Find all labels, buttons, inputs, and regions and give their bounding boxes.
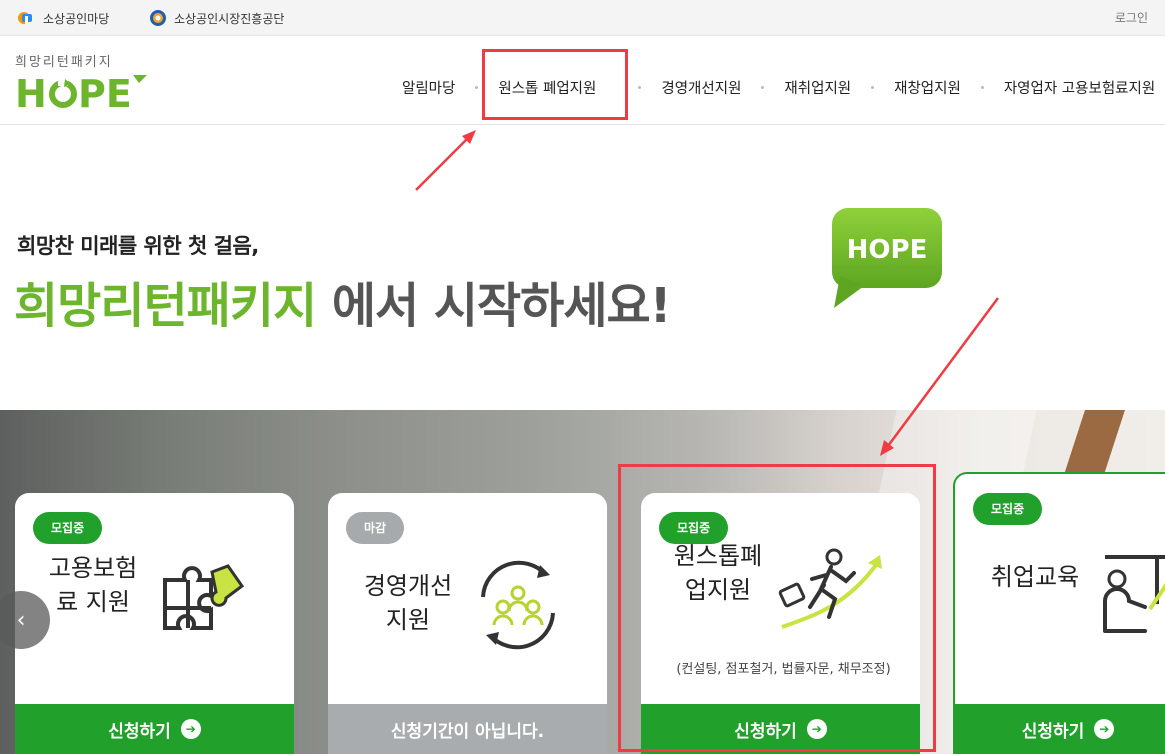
puzzle-icon (163, 564, 245, 630)
arrow-right-icon: ➔ (1094, 719, 1115, 739)
card-note: (컨설팅, 점포철거, 법률자문, 채무조정) (676, 662, 891, 677)
nav-item-onestop-closure[interactable]: 원스톱 폐업지원 (498, 77, 596, 98)
sosang-link-label: 소상공인마당 (43, 11, 110, 26)
arrow-right-icon: ➔ (806, 719, 827, 739)
hero-title-rest: 에서 시작하세요! (316, 278, 672, 334)
nav-item-reemployment[interactable]: 재취업지원 (784, 77, 851, 98)
hope-logo[interactable]: 희망리턴패키지 H PE (15, 51, 150, 111)
apply-button[interactable]: 신청하기 ➔ (955, 704, 1165, 754)
card-title: 취업교육 (990, 563, 1080, 591)
lecture-icon (1103, 555, 1165, 633)
arrow-right-icon: ➔ (180, 719, 201, 739)
bubble-text: HOPE (847, 235, 928, 265)
apply-button[interactable]: 신청하기 ➔ (15, 704, 294, 754)
apply-button-label: 신청하기 (1021, 721, 1085, 742)
nav-separator (761, 86, 765, 89)
card-title: 원스톱폐업지원 (673, 542, 763, 604)
program-card-insurance[interactable]: 모집중 고용보험료 지원 신청하기 ➔ (15, 493, 294, 754)
apply-button-label: 신청하기 (734, 721, 797, 742)
svg-text:PE: PE (78, 72, 132, 111)
hero-subtitle: 희망찬 미래를 위한 첫 걸음, (17, 234, 259, 258)
nav-item-notice[interactable]: 알림마당 (402, 77, 455, 98)
program-card-management[interactable]: 마감 경영개선지원 신청기간이 아닙니다. (328, 493, 607, 754)
apply-button-disabled: 신청기간이 아닙니다. (328, 704, 607, 754)
semas-link[interactable]: 소상공인시장진흥공단 (148, 9, 284, 27)
svg-text:H: H (15, 72, 47, 111)
status-badge: 모집중 (33, 512, 103, 544)
chevron-left-icon: ‹ (16, 607, 26, 633)
nav-item-restartup[interactable]: 재창업지원 (894, 77, 961, 98)
nav-separator (475, 86, 479, 89)
hero-title: 희망리턴패키지 에서 시작하세요! (14, 266, 672, 336)
hero-section: 희망찬 미래를 위한 첫 걸음, 희망리턴패키지 에서 시작하세요! HOPE (0, 126, 1165, 410)
hope-bubble-icon: HOPE (832, 208, 942, 308)
nav-item-management[interactable]: 경영개선지원 (661, 77, 741, 98)
running-person-icon (778, 548, 882, 629)
program-card-job-training[interactable]: 모집중 취업교육 신청하기 ➔ (953, 472, 1165, 754)
apply-button-label: 신청하기 (108, 721, 171, 742)
apply-button[interactable]: 신청하기 ➔ (641, 704, 920, 754)
nav-separator (980, 86, 984, 89)
nav-separator (638, 86, 642, 89)
main-header: 희망리턴패키지 H PE 알림마당 원스톱 폐업지원 경영개선지원 재취업지원 … (0, 37, 1165, 125)
utility-bar: 소상공인마당 소상공인시장진흥공단 로그인 (0, 0, 1165, 36)
apply-button-label: 신청기간이 아닙니다. (390, 721, 545, 742)
sosang-link[interactable]: 소상공인마당 (17, 9, 109, 27)
program-card-onestop-closure[interactable]: 모집중 원스톱폐업지원 (컨설팅, 점포철거, 법률자문, 채무조정) 신청하기… (641, 493, 920, 754)
card-title: 고용보험료 지원 (48, 554, 138, 616)
status-badge: 마감 (346, 512, 405, 544)
login-link[interactable]: 로그인 (1115, 9, 1148, 26)
team-cycle-icon (481, 560, 555, 650)
nav-item-insurance[interactable]: 자영업자 고용보험료지원 (1004, 77, 1155, 98)
status-badge: 모집중 (973, 493, 1043, 525)
logo-subtitle: 희망리턴패키지 (15, 55, 113, 70)
sosang-logo-icon (18, 12, 32, 24)
main-nav: 알림마당 원스톱 폐업지원 경영개선지원 재취업지원 재창업지원 자영업자 고용… (402, 77, 1155, 98)
semas-link-label: 소상공인시장진흥공단 (174, 11, 285, 26)
hero-title-highlight: 희망리턴패키지 (14, 278, 317, 334)
semas-logo-icon (150, 10, 166, 26)
nav-separator (871, 86, 875, 89)
card-title: 경영개선지원 (363, 572, 453, 634)
hope-logo-mark: H PE (15, 72, 147, 111)
